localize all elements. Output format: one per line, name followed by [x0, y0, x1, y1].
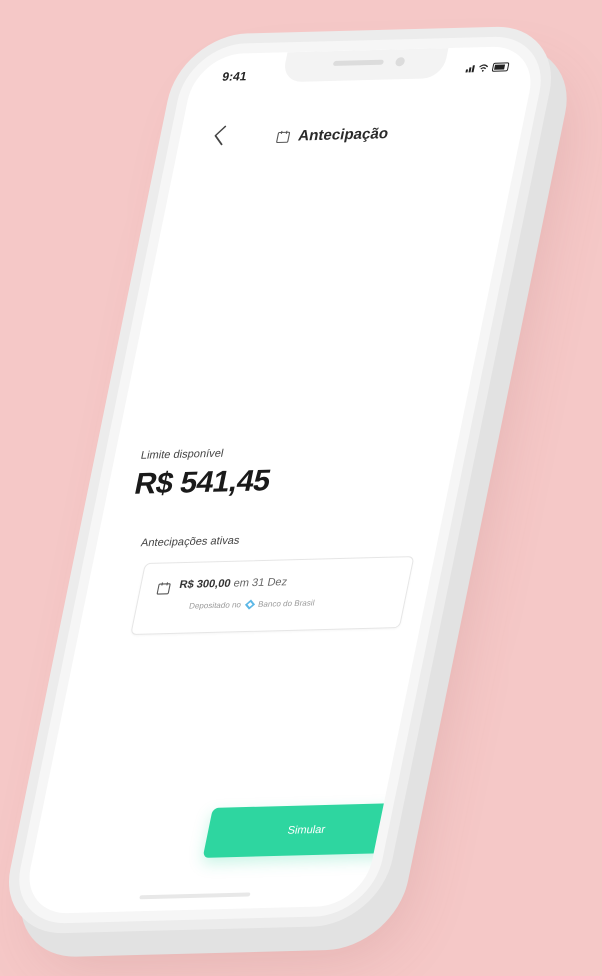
speaker-grille	[332, 59, 385, 66]
advance-card[interactable]: R$ 300,00 em 31 Dez Depositado no Banco …	[130, 556, 415, 636]
page-title-text: Antecipação	[296, 125, 390, 145]
app-screen: 9:41 Antecipação Limite disponível R$ 54…	[21, 45, 539, 915]
simulate-button[interactable]: Simular	[202, 802, 411, 858]
available-limit-label: Limite disponível	[139, 447, 225, 462]
calendar-icon	[156, 582, 171, 595]
advance-date: em 31 Dez	[232, 576, 289, 590]
home-indicator	[139, 892, 251, 900]
bank-name: Banco do Brasil	[257, 598, 316, 609]
available-limit-value: R$ 541,45	[131, 464, 274, 501]
active-advances-label: Antecipações ativas	[139, 534, 241, 550]
wifi-icon	[479, 64, 489, 72]
banco-do-brasil-logo-icon	[244, 599, 255, 610]
phone-notch	[281, 48, 449, 83]
advance-summary: R$ 300,00 em 31 Dez	[178, 576, 288, 591]
battery-icon	[491, 62, 510, 72]
status-time: 9:41	[221, 69, 249, 84]
deposit-prefix: Depositado no	[188, 600, 242, 611]
signal-icon	[465, 64, 475, 73]
chevron-left-icon[interactable]	[204, 121, 238, 150]
scene: 9:41 Antecipação Limite disponível R$ 54…	[0, 0, 602, 976]
page-title: Antecipação	[275, 125, 390, 145]
front-camera	[394, 57, 406, 67]
deposit-info: Depositado no Banco do Brasil	[188, 597, 316, 611]
phone-mockup: 9:41 Antecipação Limite disponível R$ 54…	[8, 35, 552, 925]
advance-amount: R$ 300,00	[178, 577, 232, 592]
calendar-icon	[276, 130, 291, 143]
status-icons	[465, 62, 510, 73]
